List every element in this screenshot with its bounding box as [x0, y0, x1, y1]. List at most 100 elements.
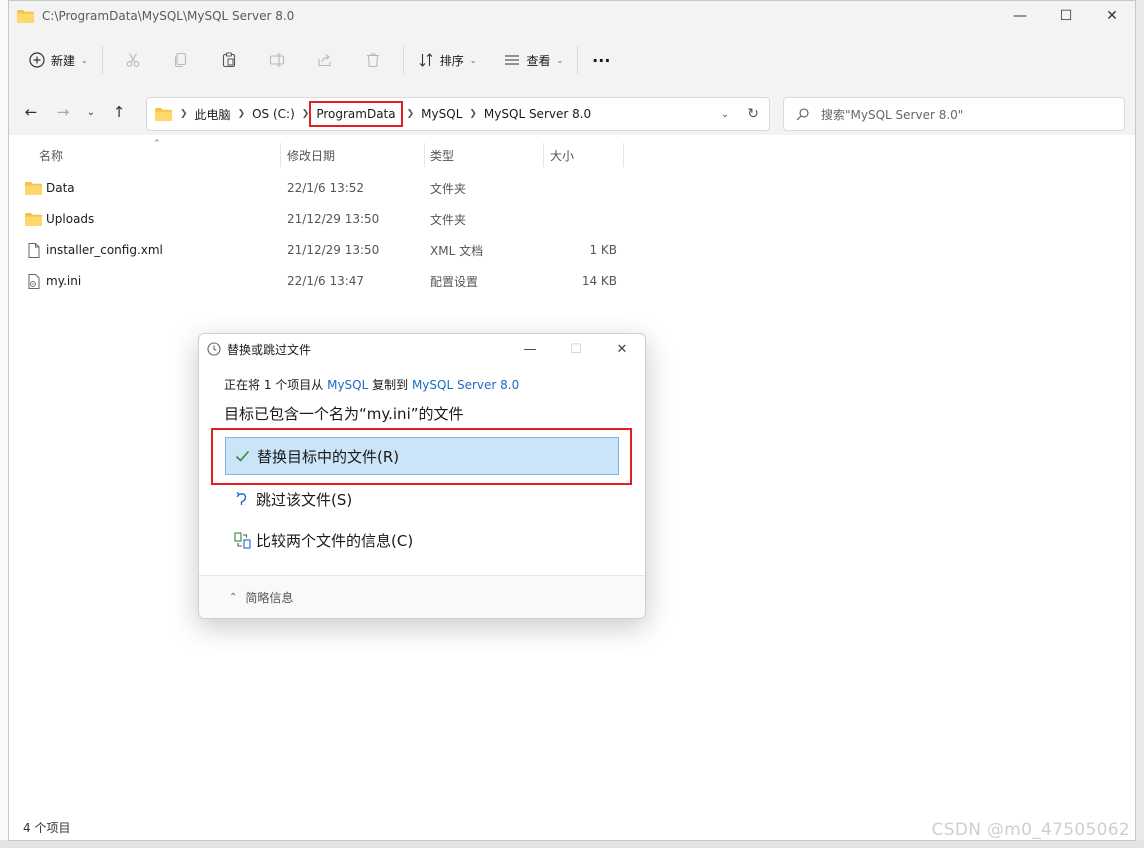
- copy-info-prefix: 正在将 1 个项目从: [224, 378, 328, 392]
- new-button-label: 新建: [51, 53, 76, 68]
- more-options-button[interactable]: ···: [584, 44, 618, 76]
- share-icon: [318, 54, 331, 67]
- search-icon: [796, 107, 809, 120]
- up-button[interactable]: ↑: [103, 96, 135, 128]
- view-button[interactable]: 查看 ⌄: [496, 44, 571, 76]
- sort-button-label: 排序: [439, 53, 464, 68]
- file-name: Uploads: [46, 212, 95, 226]
- arrow-left-icon: ←: [24, 103, 38, 121]
- sort-ascending-icon: ⌃: [153, 139, 161, 149]
- chevron-right-icon: ❯: [406, 109, 415, 119]
- compare-files-label: 比较两个文件的信息(C): [256, 531, 414, 550]
- file-size: 14 KB: [581, 274, 617, 288]
- column-header-name[interactable]: 名称: [39, 143, 63, 167]
- delete-button[interactable]: [349, 44, 397, 76]
- chevron-up-icon[interactable]: ⌃: [229, 592, 237, 603]
- breadcrumb-os-c[interactable]: OS (C:): [245, 107, 302, 121]
- dialog-minimize-button[interactable]: —: [507, 334, 553, 364]
- breadcrumb-mysql[interactable]: MySQL: [414, 107, 469, 121]
- file-date: 22/1/6 13:52: [287, 181, 365, 195]
- toolbar-divider: [577, 46, 579, 74]
- search-box[interactable]: 搜索"MySQL Server 8.0": [783, 97, 1125, 131]
- breadcrumb-programdata[interactable]: ProgramData: [309, 101, 403, 127]
- refresh-icon[interactable]: ↻: [743, 104, 763, 124]
- navigation-bar: ← → ⌄ ↑ ❯ 此电脑 ❯ OS (C:) ❯ ProgramData ❯ …: [9, 89, 1135, 135]
- chevron-right-icon: ❯: [237, 109, 246, 119]
- dialog-footer: ⌃ 简略信息: [199, 576, 645, 618]
- folder-icon: [25, 212, 42, 226]
- source-folder-link[interactable]: MySQL: [327, 378, 368, 392]
- trash-icon: [366, 53, 379, 68]
- file-row[interactable]: installer_config.xml 21/12/29 13:50 XML …: [9, 236, 649, 264]
- search-input[interactable]: 搜索"MySQL Server 8.0": [821, 106, 963, 123]
- column-header-size[interactable]: 大小: [550, 143, 574, 167]
- close-button[interactable]: ✕: [1089, 1, 1135, 31]
- file-date: 22/1/6 13:47: [287, 274, 365, 288]
- chevron-down-icon: ⌄: [556, 55, 564, 65]
- file-row[interactable]: Data 22/1/6 13:52 文件夹: [9, 174, 649, 202]
- minimize-button[interactable]: —: [997, 1, 1043, 31]
- file-name: installer_config.xml: [46, 243, 163, 257]
- chevron-down-icon: ⌄: [81, 55, 88, 65]
- compare-files-option[interactable]: 比较两个文件的信息(C): [225, 521, 619, 559]
- file-type: 配置设置: [430, 274, 479, 289]
- file-row[interactable]: my.ini 22/1/6 13:47 配置设置 14 KB: [9, 267, 649, 295]
- view-button-label: 查看: [526, 53, 551, 68]
- skip-file-option[interactable]: 跳过该文件(S): [225, 480, 619, 518]
- file-size: [549, 174, 617, 202]
- chevron-right-icon: ❯: [180, 109, 188, 119]
- skip-file-label: 跳过该文件(S): [256, 490, 353, 509]
- column-header-date[interactable]: 修改日期: [287, 143, 335, 167]
- file-date: 21/12/29 13:50: [287, 243, 380, 257]
- file-size: [549, 205, 617, 233]
- paste-button[interactable]: [205, 44, 253, 76]
- folder-icon: [25, 181, 42, 195]
- destination-folder-link[interactable]: MySQL Server 8.0: [412, 378, 519, 392]
- list-view-icon: [505, 55, 520, 65]
- sort-button[interactable]: 排序 ⌄: [410, 44, 485, 76]
- chevron-down-icon: ⌄: [469, 55, 477, 65]
- address-bar[interactable]: ❯ 此电脑 ❯ OS (C:) ❯ ProgramData ❯ MySQL ❯ …: [146, 97, 770, 131]
- column-divider[interactable]: [280, 143, 281, 167]
- file-name: Data: [46, 181, 75, 195]
- chevron-down-icon: ⌄: [86, 106, 96, 118]
- document-icon: [28, 242, 40, 258]
- chevron-right-icon: ❯: [469, 109, 477, 119]
- file-row[interactable]: Uploads 21/12/29 13:50 文件夹: [9, 205, 649, 233]
- breadcrumb-mysql-server[interactable]: MySQL Server 8.0: [477, 107, 598, 121]
- column-divider[interactable]: [543, 143, 544, 167]
- address-history-dropdown[interactable]: ⌄: [717, 105, 733, 124]
- arrow-up-icon: ↑: [112, 103, 126, 121]
- scissors-icon: [126, 53, 140, 67]
- copy-info: 正在将 1 个项目从 MySQL 复制到 MySQL Server 8.0: [224, 376, 519, 393]
- column-header-type[interactable]: 类型: [430, 143, 454, 167]
- maximize-button[interactable]: ☐: [1043, 1, 1089, 31]
- watermark: CSDN @m0_47505062: [931, 820, 1130, 840]
- back-button[interactable]: ←: [15, 96, 47, 128]
- rename-button[interactable]: [253, 44, 301, 76]
- compare-files-icon: [234, 531, 251, 549]
- share-button[interactable]: [301, 44, 349, 76]
- plus-circle-icon: [29, 52, 45, 68]
- command-bar: 新建 ⌄ 排序 ⌄ 查看 ⌄ ···: [9, 31, 1135, 89]
- clipboard-icon: [222, 52, 235, 68]
- breadcrumb-this-pc[interactable]: 此电脑: [188, 106, 238, 123]
- column-divider[interactable]: [424, 143, 425, 167]
- cut-button[interactable]: [109, 44, 157, 76]
- toolbar-divider: [101, 46, 103, 74]
- arrow-right-icon: →: [56, 103, 70, 121]
- new-button[interactable]: 新建 ⌄: [21, 44, 96, 76]
- dialog-title: 替换或跳过文件: [227, 342, 312, 357]
- column-divider[interactable]: [623, 143, 624, 167]
- copy-button[interactable]: [157, 44, 205, 76]
- file-name: my.ini: [46, 274, 82, 288]
- dialog-heading: 目标已包含一个名为“my.ini”的文件: [224, 405, 464, 423]
- item-count: 4 个项目: [23, 820, 71, 835]
- fewer-details-toggle[interactable]: 简略信息: [245, 589, 293, 606]
- toolbar-divider: [402, 46, 404, 74]
- file-type: 文件夹: [430, 181, 467, 196]
- highlight-box: [211, 428, 632, 485]
- recent-locations-button[interactable]: ⌄: [79, 96, 103, 128]
- forward-button[interactable]: →: [47, 96, 79, 128]
- dialog-close-button[interactable]: ✕: [599, 334, 645, 364]
